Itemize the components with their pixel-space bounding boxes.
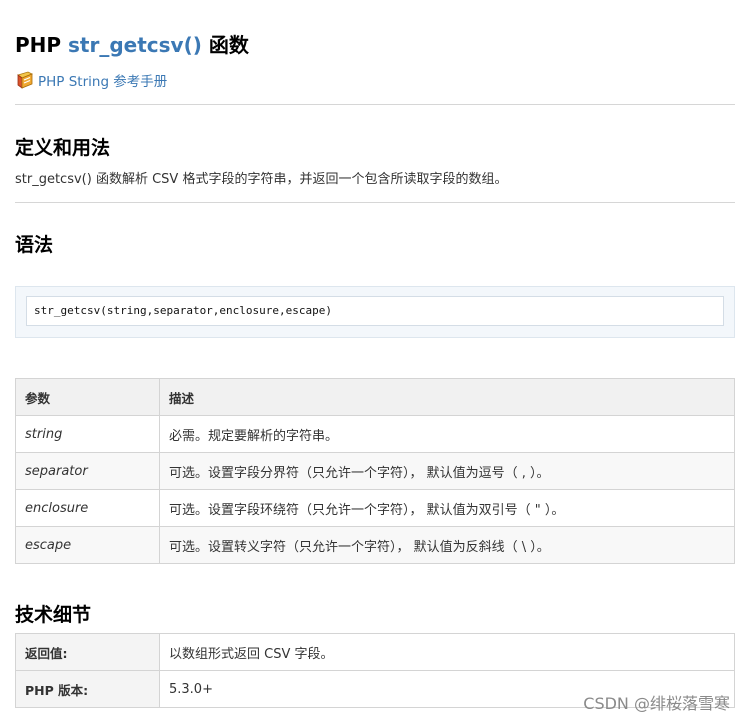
table-header-row: 参数 描述 xyxy=(15,378,735,416)
tech-heading: 技术细节 xyxy=(15,604,92,626)
column-header-desc: 描述 xyxy=(159,378,735,416)
reference-link[interactable]: PHP String 参考手册 xyxy=(15,70,735,90)
syntax-code: str_getcsv(string,separator,enclosure,es… xyxy=(26,296,724,326)
table-row: string 必需。规定要解析的字符串。 xyxy=(15,415,735,453)
title-prefix: PHP xyxy=(15,33,69,57)
param-name: separator xyxy=(15,452,160,490)
param-name: string xyxy=(15,415,160,453)
param-desc: 可选。设置转义字符（只允许一个字符）， 默认值为反斜线（ \ ）。 xyxy=(159,526,735,564)
param-desc: 可选。设置字段分界符（只允许一个字符）， 默认值为逗号（ , ）。 xyxy=(159,452,735,490)
divider xyxy=(15,104,735,105)
table-row: separator 可选。设置字段分界符（只允许一个字符）， 默认值为逗号（ ,… xyxy=(15,452,735,490)
definition-heading: 定义和用法 xyxy=(15,137,111,159)
column-header-param: 参数 xyxy=(15,378,160,416)
parameters-table: 参数 描述 string 必需。规定要解析的字符串。 separator 可选。… xyxy=(15,378,735,564)
tech-key: 返回值: xyxy=(15,633,160,671)
tech-key: PHP 版本: xyxy=(15,670,160,708)
param-desc: 必需。规定要解析的字符串。 xyxy=(159,415,735,453)
definition-text: str_getcsv() 函数解析 CSV 格式字段的字符串，并返回一个包含所读… xyxy=(15,172,508,187)
table-row: enclosure 可选。设置字段环绕符（只允许一个字符）， 默认值为双引号（ … xyxy=(15,489,735,527)
page: PHP str_getcsv() 函数 PHP String 参考手册 定义和用… xyxy=(0,0,744,722)
param-name: enclosure xyxy=(15,489,160,527)
reference-link-label: PHP String 参考手册 xyxy=(38,74,168,90)
title-function-name: str_getcsv() xyxy=(68,33,202,57)
page-title: PHP str_getcsv() 函数 xyxy=(15,0,735,58)
watermark: CSDN @绯桜落雪寒 xyxy=(583,694,730,713)
divider xyxy=(15,202,735,203)
param-name: escape xyxy=(15,526,160,564)
syntax-heading: 语法 xyxy=(15,234,54,256)
syntax-code-box: str_getcsv(string,separator,enclosure,es… xyxy=(15,286,735,338)
param-desc: 可选。设置字段环绕符（只允许一个字符）， 默认值为双引号（ " ）。 xyxy=(159,489,735,527)
title-suffix: 函数 xyxy=(201,33,249,57)
table-row: escape 可选。设置转义字符（只允许一个字符）， 默认值为反斜线（ \ ）。 xyxy=(15,526,735,564)
tech-value: 以数组形式返回 CSV 字段。 xyxy=(159,633,735,671)
table-row: 返回值: 以数组形式返回 CSV 字段。 xyxy=(15,633,735,671)
book-icon xyxy=(15,70,35,90)
